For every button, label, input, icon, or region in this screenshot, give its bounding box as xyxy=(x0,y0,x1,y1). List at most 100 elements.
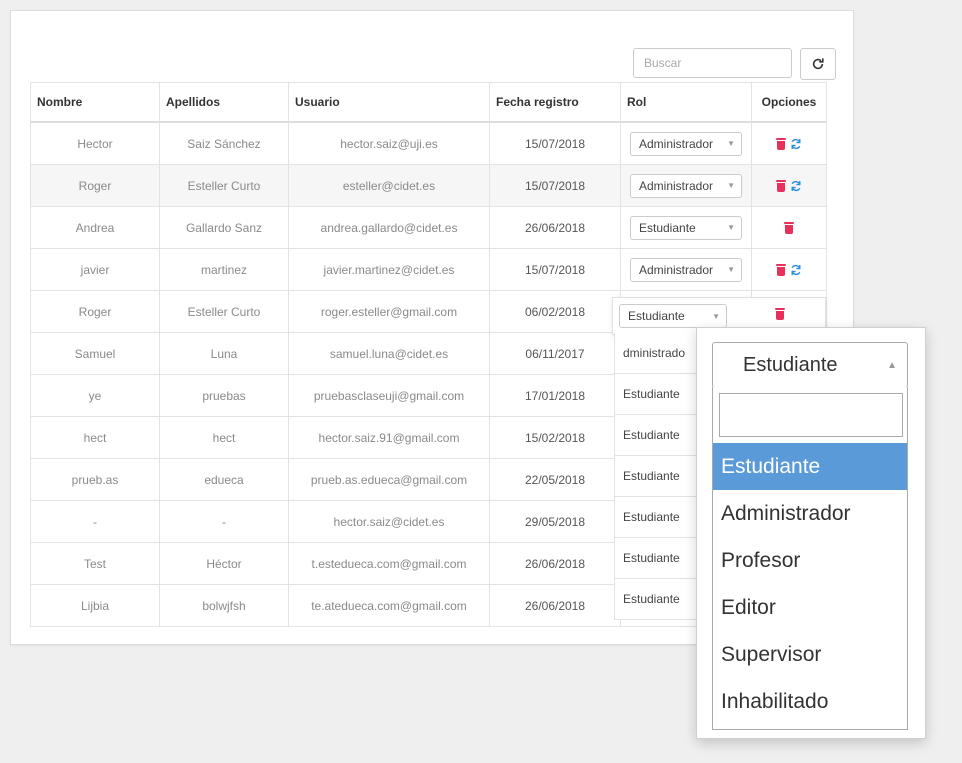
header-usuario[interactable]: Usuario xyxy=(288,82,490,123)
rol-select-truncated[interactable]: Estudiante xyxy=(614,497,706,538)
table-row: javier martinez javier.martinez@cidet.es 15… xyxy=(30,248,827,291)
cell-nombre: ye xyxy=(30,374,160,417)
cell-apellidos: Gallardo Sanz xyxy=(159,206,289,249)
cell-apellidos: Esteller Curto xyxy=(159,290,289,333)
cell-usuario: t.estedueca.com@gmail.com xyxy=(288,542,490,585)
cell-nombre: Hector xyxy=(30,121,160,165)
cell-fecha: 15/07/2018 xyxy=(489,248,621,291)
cell-fecha: 29/05/2018 xyxy=(489,500,621,543)
rol-select-truncated[interactable]: Estudiante xyxy=(614,374,706,415)
table-row: Roger Esteller Curto esteller@cidet.es 15/0… xyxy=(30,164,827,207)
cell-rol: Administrador ▼ xyxy=(620,248,752,291)
rol-select-value: Administrador xyxy=(639,136,714,151)
rol-select-value: Administrador xyxy=(639,178,714,193)
rol-select-truncated[interactable]: Estudiante xyxy=(614,456,706,497)
role-dropdown-options: Estudiante Administrador Profesor Editor Sup… xyxy=(713,443,907,725)
rol-select-truncated[interactable]: Estudiante xyxy=(614,415,706,456)
refresh-icon xyxy=(812,58,824,70)
table-row: Andrea Gallardo Sanz andrea.gallardo@cidet… xyxy=(30,206,827,249)
cell-apellidos: martinez xyxy=(159,248,289,291)
table-row: Hector Saiz Sánchez hector.saiz@uji.es 15/0… xyxy=(30,121,827,165)
rol-select-truncated[interactable]: Estudiante xyxy=(614,538,706,579)
cell-apellidos: edueca xyxy=(159,458,289,501)
cell-fecha: 17/01/2018 xyxy=(489,374,621,417)
trash-icon[interactable] xyxy=(776,264,786,277)
cell-nombre: javier xyxy=(30,248,160,291)
cell-nombre: Test xyxy=(30,542,160,585)
cell-fecha: 26/06/2018 xyxy=(489,206,621,249)
rol-select-truncated[interactable]: Estudiante xyxy=(614,579,706,620)
role-option-administrador[interactable]: Administrador xyxy=(713,490,907,537)
caret-down-icon: ▼ xyxy=(727,181,735,190)
trash-icon[interactable] xyxy=(776,138,786,151)
cell-apellidos: Héctor xyxy=(159,542,289,585)
header-fecha-registro[interactable]: Fecha registro xyxy=(489,82,621,123)
cell-nombre: Roger xyxy=(30,164,160,207)
rol-select-value: Administrador xyxy=(639,262,714,277)
rol-select-active[interactable]: Estudiante ▼ xyxy=(619,304,727,328)
sync-icon[interactable] xyxy=(790,180,802,192)
cell-opciones xyxy=(751,164,827,207)
caret-down-icon: ▼ xyxy=(727,223,735,232)
rol-select-truncated[interactable]: dministrado xyxy=(614,333,706,374)
cell-opciones xyxy=(751,206,827,249)
cell-apellidos: - xyxy=(159,500,289,543)
sync-icon[interactable] xyxy=(790,264,802,276)
cell-nombre: Roger xyxy=(30,290,160,333)
caret-down-icon: ▼ xyxy=(712,311,720,321)
cell-usuario: hector.saiz@cidet.es xyxy=(288,500,490,543)
table-toolbar xyxy=(633,48,836,80)
cell-usuario: roger.esteller@gmail.com xyxy=(288,290,490,333)
trash-icon[interactable] xyxy=(776,180,786,193)
cell-fecha: 26/06/2018 xyxy=(489,584,621,627)
trash-icon[interactable] xyxy=(775,308,785,320)
cell-rol: Estudiante ▼ xyxy=(620,206,752,249)
rol-select[interactable]: Administrador ▼ xyxy=(630,173,742,198)
rol-select[interactable]: Estudiante ▼ xyxy=(630,215,742,240)
cell-nombre: - xyxy=(30,500,160,543)
caret-up-icon: ▲ xyxy=(887,359,897,371)
cell-usuario: javier.martinez@cidet.es xyxy=(288,248,490,291)
cell-fecha: 15/02/2018 xyxy=(489,416,621,459)
cell-usuario: samuel.luna@cidet.es xyxy=(288,332,490,375)
cell-usuario: hector.saiz@uji.es xyxy=(288,121,490,165)
role-option-estudiante[interactable]: Estudiante xyxy=(713,443,907,490)
cell-nombre: hect xyxy=(30,416,160,459)
header-apellidos[interactable]: Apellidos xyxy=(159,82,289,123)
refresh-button[interactable] xyxy=(800,48,836,80)
cell-rol: Administrador ▼ xyxy=(620,121,752,165)
rol-select-value: Estudiante xyxy=(639,220,696,235)
cell-usuario: andrea.gallardo@cidet.es xyxy=(288,206,490,249)
cell-fecha: 06/02/2018 xyxy=(489,290,621,333)
trash-icon[interactable] xyxy=(784,222,794,235)
header-nombre[interactable]: Nombre xyxy=(30,82,160,123)
role-dropdown-zoom: Estudiante ▲ Estudiante Administrador Prof… xyxy=(696,327,926,739)
header-opciones: Opciones xyxy=(751,82,827,123)
search-input[interactable] xyxy=(633,48,792,78)
header-rol[interactable]: Rol xyxy=(620,82,752,123)
cell-apellidos: pruebas xyxy=(159,374,289,417)
rol-select[interactable]: Administrador ▼ xyxy=(630,131,742,156)
sync-icon[interactable] xyxy=(790,138,802,150)
cell-fecha: 15/07/2018 xyxy=(489,164,621,207)
cell-usuario: prueb.as.edueca@gmail.com xyxy=(288,458,490,501)
role-option-profesor[interactable]: Profesor xyxy=(713,537,907,584)
cell-apellidos: bolwjfsh xyxy=(159,584,289,627)
cell-apellidos: hect xyxy=(159,416,289,459)
role-option-editor[interactable]: Editor xyxy=(713,584,907,631)
role-option-inhabilitado[interactable]: Inhabilitado xyxy=(713,678,907,725)
cell-usuario: pruebasclaseuji@gmail.com xyxy=(288,374,490,417)
cell-nombre: prueb.as xyxy=(30,458,160,501)
table-header-row: Nombre Apellidos Usuario Fecha registro … xyxy=(30,82,827,123)
cell-rol: Administrador ▼ xyxy=(620,164,752,207)
role-option-supervisor[interactable]: Supervisor xyxy=(713,631,907,678)
cell-nombre: Andrea xyxy=(30,206,160,249)
cell-nombre: Samuel xyxy=(30,332,160,375)
caret-down-icon: ▼ xyxy=(727,265,735,274)
cell-apellidos: Saiz Sánchez xyxy=(159,121,289,165)
role-column-overlay: dministrado Estudiante Estudiante Estudiant… xyxy=(614,333,706,620)
role-dropdown-select[interactable]: Estudiante ▲ xyxy=(712,342,908,388)
role-dropdown-search-input[interactable] xyxy=(719,393,903,437)
cell-usuario: esteller@cidet.es xyxy=(288,164,490,207)
rol-select[interactable]: Administrador ▼ xyxy=(630,257,742,282)
